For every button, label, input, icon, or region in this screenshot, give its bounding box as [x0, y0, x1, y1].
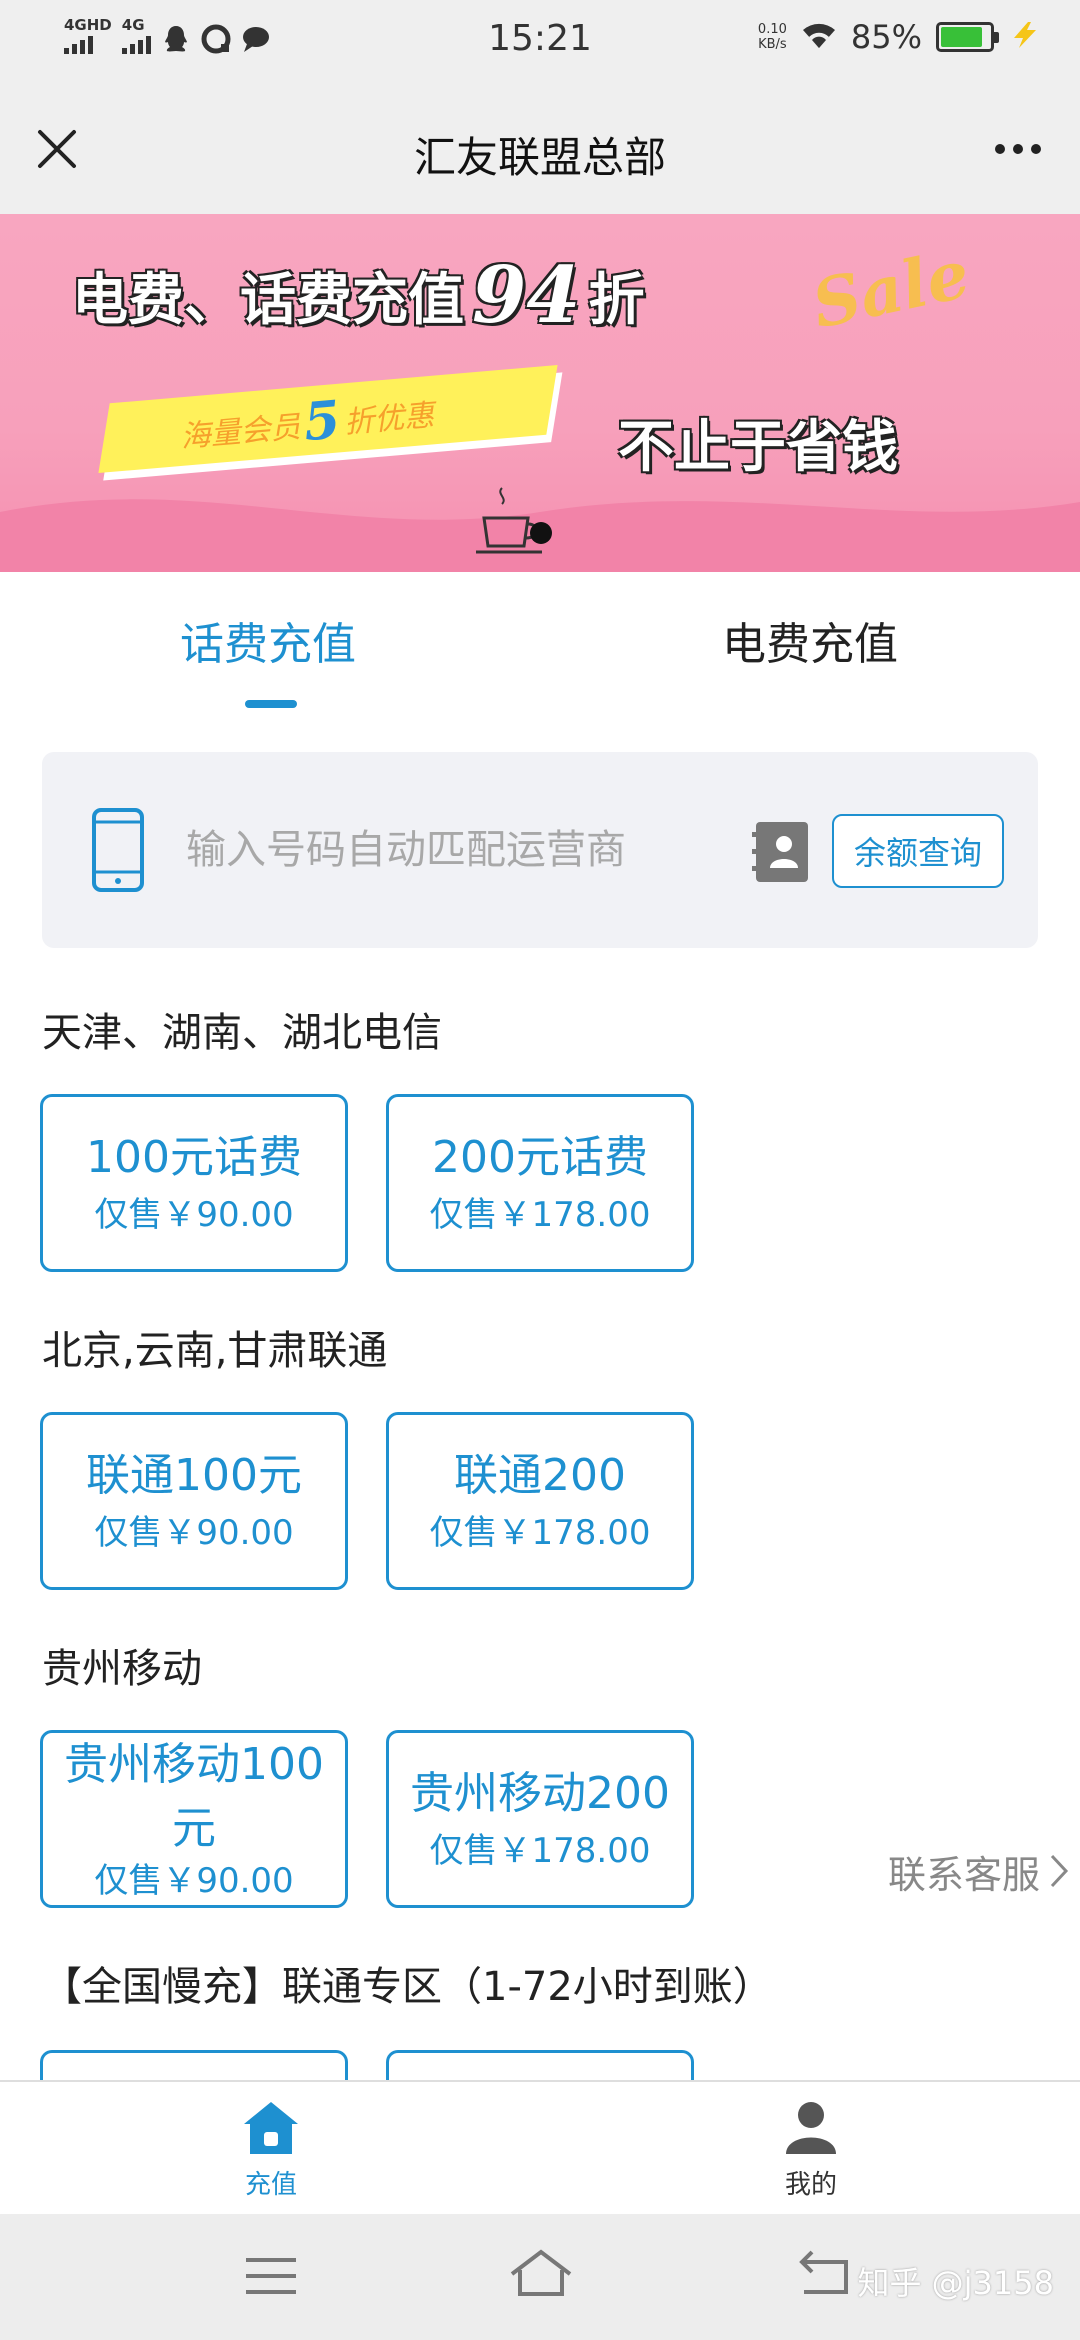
product-price: 仅售￥90.00	[94, 1513, 294, 1553]
menu-icon[interactable]	[236, 2244, 306, 2308]
net-speed: 0.10 KB/s	[758, 22, 787, 52]
product-price: 仅售￥178.00	[429, 1195, 651, 1235]
product-price: 仅售￥178.00	[429, 1831, 651, 1871]
balance-query-button[interactable]: 余额查询	[832, 814, 1004, 888]
back-icon[interactable]	[790, 2244, 860, 2308]
system-navigation-bar: 知乎 @j3158	[0, 2214, 1080, 2340]
wifi-icon	[801, 20, 837, 54]
more-dot-icon	[1013, 144, 1023, 154]
customer-service-label: 联系客服	[888, 1852, 1041, 1897]
product-card[interactable]: 贵州移动200 仅售￥178.00	[386, 1730, 694, 1908]
product-card[interactable]: 贵州移动100元 仅售￥90.00	[40, 1730, 348, 1908]
product-name: 联通200	[454, 1450, 626, 1501]
user-icon	[786, 2102, 836, 2154]
product-name: 贵州移动200	[410, 1768, 670, 1819]
nav-mine-label: 我的	[784, 2170, 837, 2200]
net-speed-unit: KB/s	[758, 37, 787, 52]
banner-headline-number: 94	[472, 250, 581, 341]
more-dot-icon	[1031, 144, 1041, 154]
phone-input-panel: 余额查询	[42, 752, 1038, 948]
banner-sale-text: Sale	[805, 234, 976, 344]
product-card[interactable]: 100元话费 仅售￥90.00	[40, 1094, 348, 1272]
tab-phone-recharge[interactable]: 话费充值	[180, 608, 356, 672]
bottom-navigation: 充值 我的	[0, 2080, 1080, 2214]
ribbon-prefix: 海量会员	[179, 409, 302, 455]
contacts-book-icon[interactable]	[752, 820, 810, 884]
banner-headline: 电费、话费充值 94 折	[72, 250, 645, 341]
product-card[interactable]: 200元话费 仅售￥178.00	[386, 1094, 694, 1272]
product-name: 200元话费	[432, 1132, 648, 1183]
net-speed-value: 0.10	[757, 22, 787, 37]
section-title: 贵州移动	[42, 1646, 202, 1692]
more-options-button[interactable]	[986, 122, 1050, 176]
banner-headline-prefix: 电费、话费充值	[72, 268, 464, 333]
home-nav-icon[interactable]	[506, 2244, 576, 2308]
nav-recharge[interactable]: 充值	[191, 2100, 351, 2201]
product-price: 仅售￥178.00	[429, 1513, 651, 1553]
watermark: 知乎 @j3158	[857, 2264, 1054, 2302]
battery-fill	[941, 27, 982, 47]
banner-subline: 不止于省钱	[618, 415, 898, 480]
ribbon-number: 5	[301, 389, 343, 454]
status-right: 0.10 KB/s 85%	[758, 18, 1042, 56]
product-card-partial[interactable]	[386, 2050, 694, 2080]
page-title: 汇友联盟总部	[413, 133, 666, 182]
product-name: 贵州移动100元	[64, 1739, 324, 1854]
product-card-partial[interactable]	[40, 2050, 348, 2080]
nav-mine[interactable]: 我的	[731, 2100, 891, 2201]
promo-banner[interactable]: 电费、话费充值 94 折 Sale 海量会员 5 折优惠 不止于省钱	[0, 214, 1080, 572]
battery-percent: 85%	[850, 18, 922, 56]
product-card[interactable]: 联通100元 仅售￥90.00	[40, 1412, 348, 1590]
product-name: 100元话费	[86, 1132, 302, 1183]
phone-number-input[interactable]	[186, 820, 698, 880]
ribbon-suffix: 折优惠	[342, 397, 436, 441]
product-name: 联通100元	[86, 1450, 302, 1501]
section-title: 【全国慢充】联通专区（1-72小时到账）	[42, 1964, 773, 2010]
product-price: 仅售￥90.00	[94, 1861, 294, 1901]
active-tab-indicator	[245, 700, 297, 708]
status-bar: 4GHD 4G 15:21 0.10 KB/s 85%	[0, 0, 1080, 84]
nav-recharge-label: 充值	[244, 2170, 297, 2200]
product-price: 仅售￥90.00	[94, 1195, 294, 1235]
charging-icon	[1008, 20, 1042, 54]
section-title: 天津、湖南、湖北电信	[42, 1010, 442, 1056]
section-title: 北京,云南,甘肃联通	[42, 1328, 388, 1374]
battery-icon	[936, 22, 999, 52]
home-icon	[244, 2102, 298, 2154]
banner-headline-suffix: 折	[588, 268, 645, 333]
customer-service-button[interactable]: 联系客服	[864, 1826, 1080, 1916]
recharge-tabs: 话费充值 电费充值	[0, 572, 1080, 712]
more-dot-icon	[995, 144, 1005, 154]
tab-electricity-recharge[interactable]: 电费充值	[722, 608, 898, 672]
product-card[interactable]: 联通200 仅售￥178.00	[386, 1412, 694, 1590]
title-bar: 汇友联盟总部	[0, 84, 1080, 214]
carousel-indicator[interactable]	[530, 522, 552, 544]
chevron-right-icon	[1050, 1854, 1069, 1888]
mobile-phone-icon	[92, 808, 144, 892]
